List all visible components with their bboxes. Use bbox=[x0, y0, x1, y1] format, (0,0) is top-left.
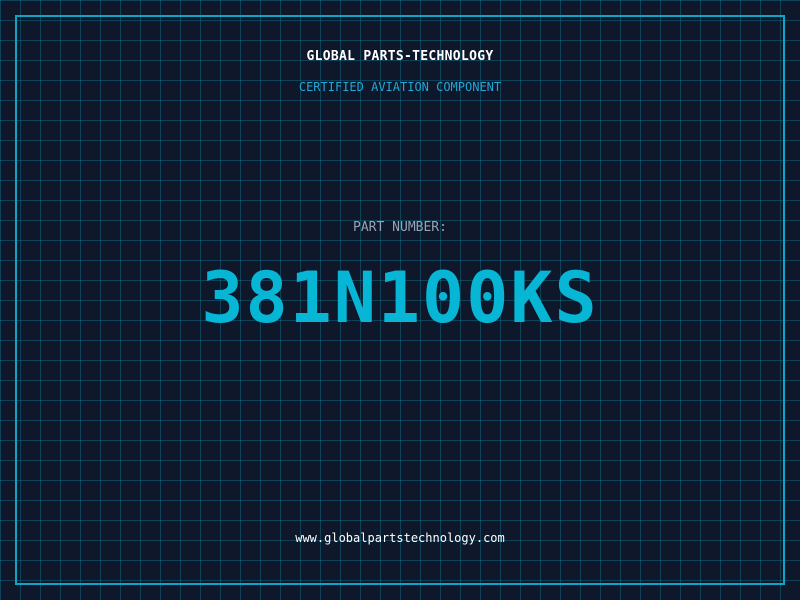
part-number-card: GLOBAL PARTS-TECHNOLOGY CERTIFIED AVIATI… bbox=[0, 0, 800, 600]
part-number-label: PART NUMBER: bbox=[353, 220, 447, 235]
company-name: GLOBAL PARTS-TECHNOLOGY bbox=[306, 49, 494, 64]
part-number-value: 381N100KS bbox=[201, 257, 599, 339]
website-url: www.globalpartstechnology.com bbox=[295, 531, 505, 545]
certification-subtitle: CERTIFIED AVIATION COMPONENT bbox=[298, 80, 502, 94]
